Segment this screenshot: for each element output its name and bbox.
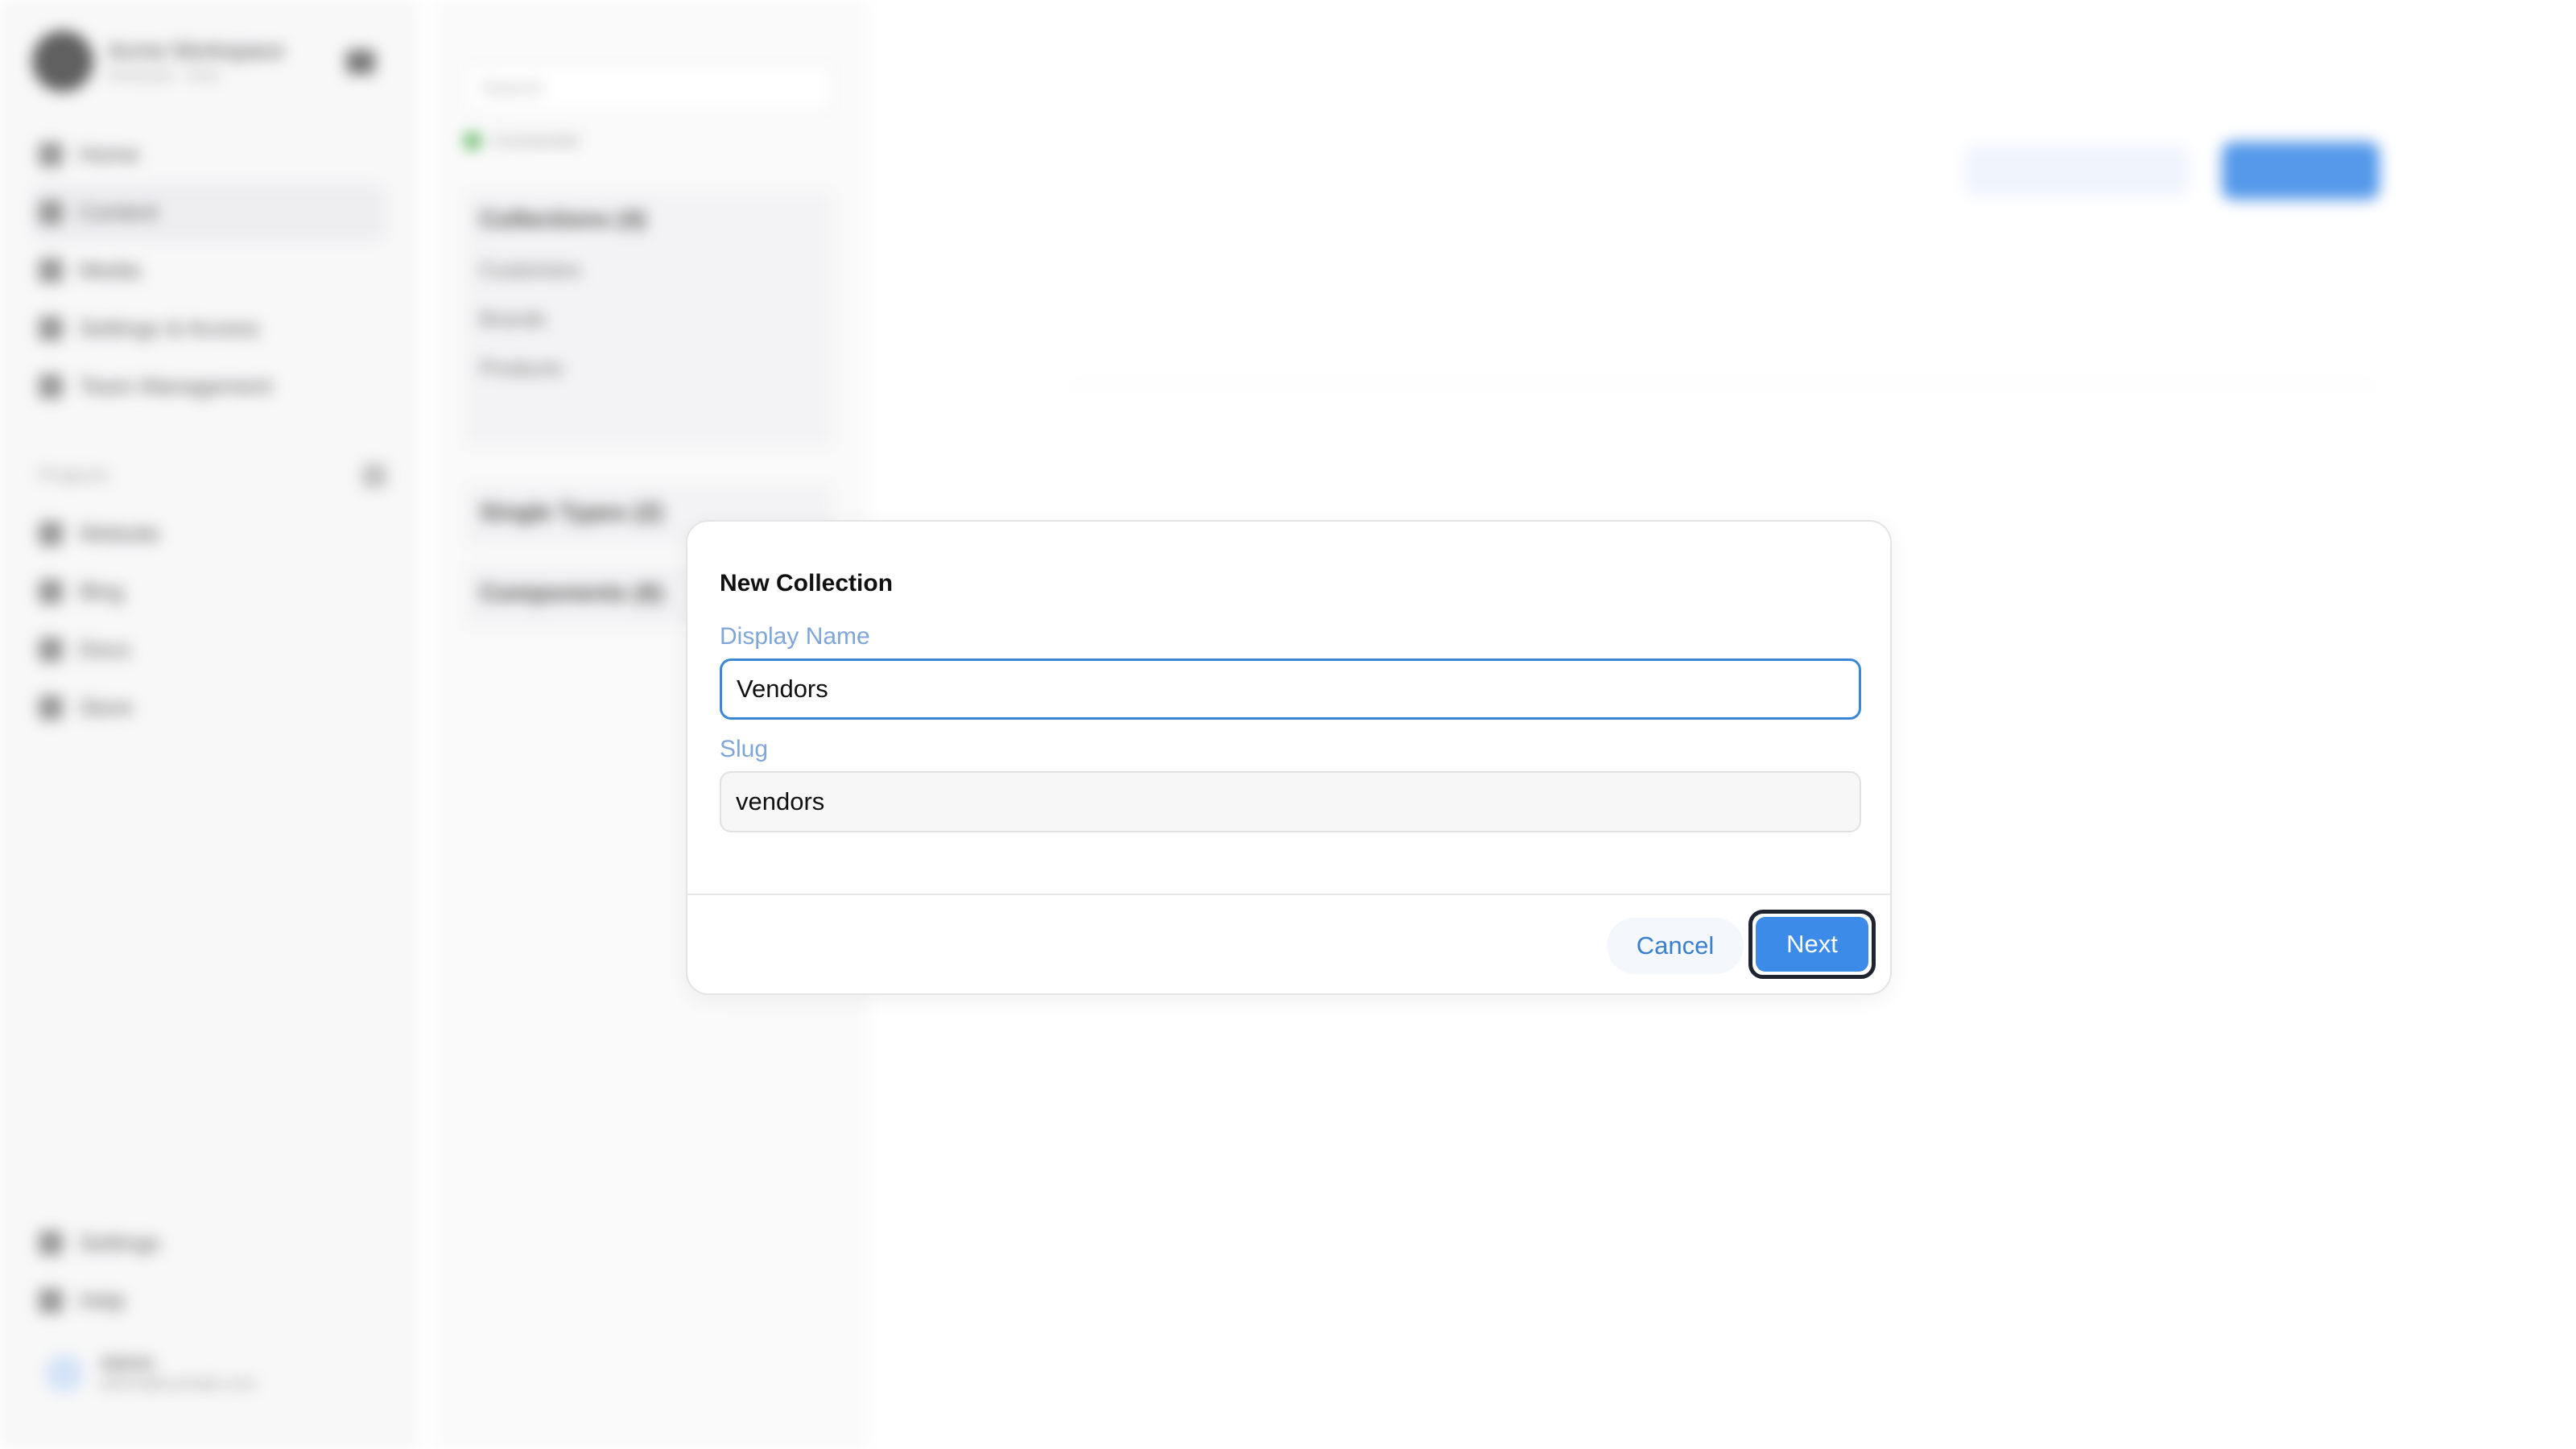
next-button[interactable]: Next: [1756, 917, 1868, 972]
next-button-focus-ring: Next: [1748, 910, 1876, 979]
new-collection-dialog: New Collection Display Name Slug Cancel …: [686, 520, 1892, 995]
display-name-label: Display Name: [720, 623, 870, 650]
dialog-divider: [687, 894, 1890, 895]
dialog-title: New Collection: [720, 570, 894, 597]
display-name-input[interactable]: [720, 658, 1861, 720]
slug-label: Slug: [720, 736, 769, 762]
cancel-button[interactable]: Cancel: [1607, 918, 1744, 974]
slug-input[interactable]: [720, 771, 1861, 832]
